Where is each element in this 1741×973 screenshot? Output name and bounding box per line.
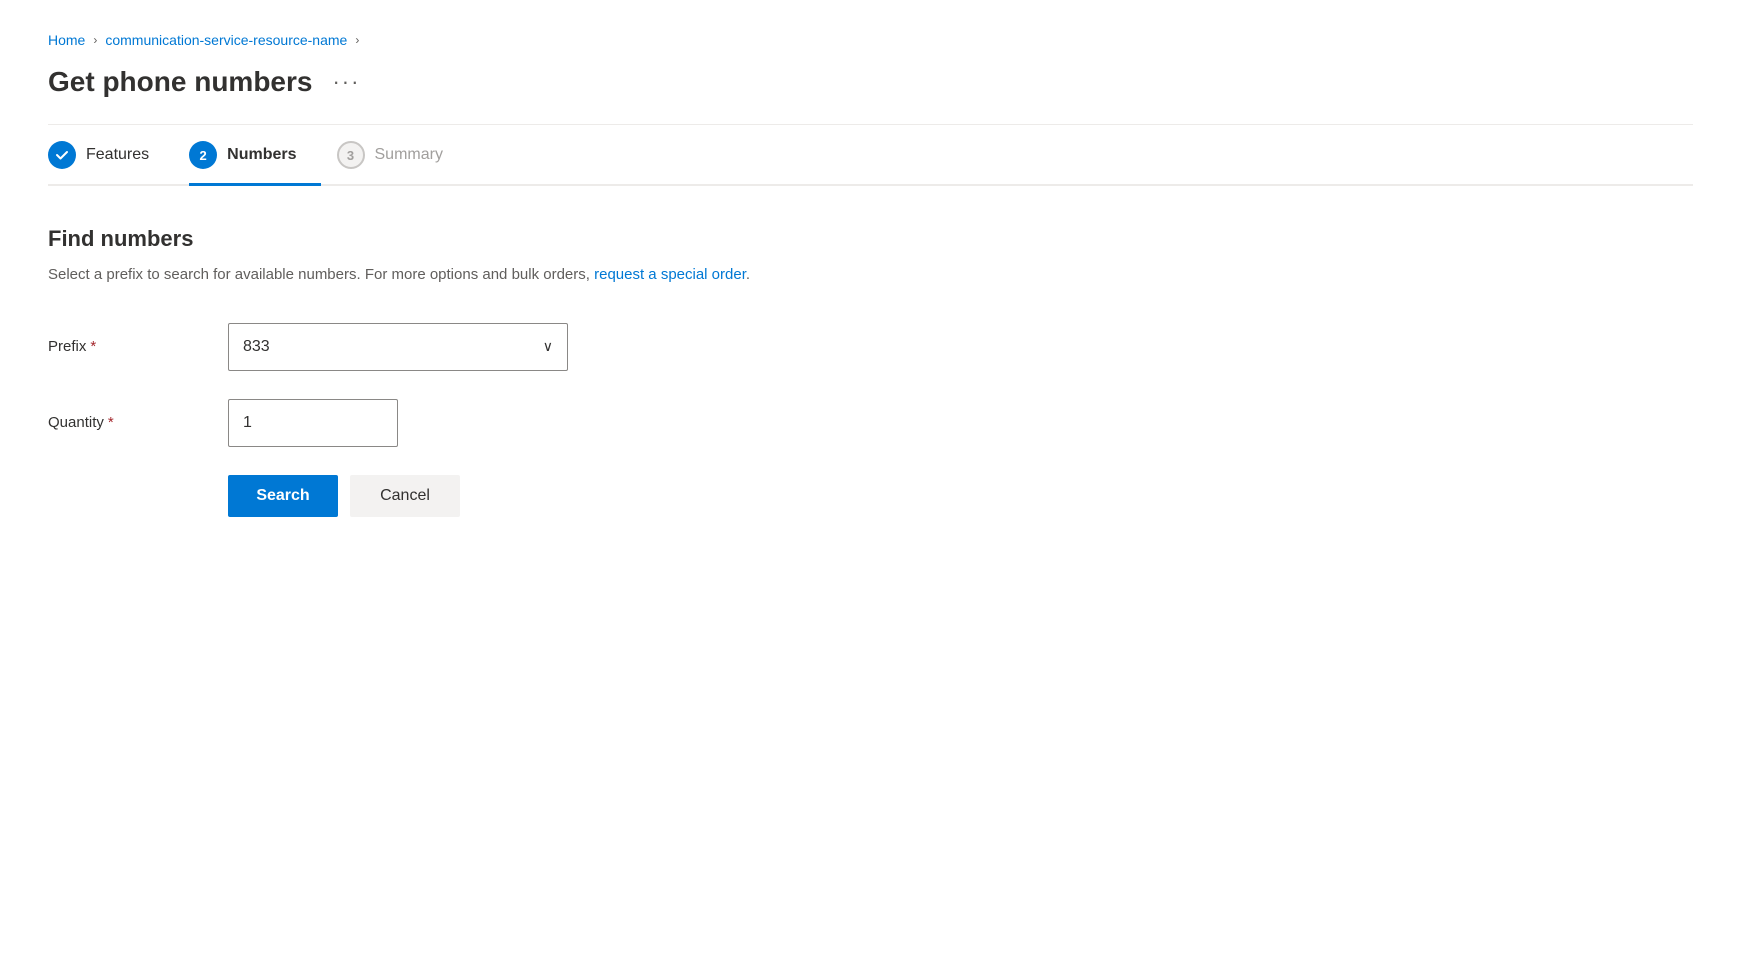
- prefix-dropdown[interactable]: 833 ∨: [228, 323, 568, 371]
- tab-numbers-number: 2: [200, 148, 207, 163]
- cancel-button[interactable]: Cancel: [350, 475, 460, 517]
- quantity-input[interactable]: [228, 399, 398, 447]
- quantity-row: Quantity*: [48, 399, 948, 447]
- quantity-control: [228, 399, 568, 447]
- page-menu-button[interactable]: ···: [328, 69, 364, 95]
- find-numbers-title: Find numbers: [48, 226, 948, 252]
- tab-features-label: Features: [86, 146, 149, 164]
- breadcrumb-resource[interactable]: communication-service-resource-name: [105, 32, 347, 48]
- tab-summary: 3 Summary: [337, 125, 467, 186]
- tab-summary-number: 3: [347, 148, 354, 163]
- description-end: .: [746, 266, 750, 283]
- breadcrumb-separator-1: ›: [93, 33, 97, 47]
- breadcrumb: Home › communication-service-resource-na…: [48, 32, 1693, 48]
- prefix-control: 833 ∨: [228, 323, 568, 371]
- tab-numbers[interactable]: 2 Numbers: [189, 125, 320, 186]
- button-row: Search Cancel: [228, 475, 948, 517]
- tab-summary-label: Summary: [375, 146, 443, 164]
- tab-numbers-label: Numbers: [227, 146, 296, 164]
- main-content: Find numbers Select a prefix to search f…: [48, 226, 948, 517]
- wizard-tabs: Features 2 Numbers 3 Summary: [48, 125, 1693, 186]
- chevron-down-icon: ∨: [543, 338, 553, 355]
- special-order-link[interactable]: request a special order: [594, 266, 746, 283]
- checkmark-icon: [55, 148, 69, 162]
- tab-summary-circle: 3: [337, 141, 365, 169]
- prefix-required: *: [90, 338, 96, 355]
- page-title: Get phone numbers: [48, 64, 312, 100]
- prefix-value: 833: [243, 338, 270, 356]
- page-title-row: Get phone numbers ···: [48, 64, 1693, 100]
- description-text: Select a prefix to search for available …: [48, 266, 590, 283]
- tab-numbers-circle: 2: [189, 141, 217, 169]
- quantity-required: *: [108, 414, 114, 431]
- tab-features-circle: [48, 141, 76, 169]
- breadcrumb-separator-2: ›: [355, 33, 359, 47]
- breadcrumb-home[interactable]: Home: [48, 32, 85, 48]
- prefix-label: Prefix*: [48, 338, 228, 355]
- find-numbers-description: Select a prefix to search for available …: [48, 264, 948, 287]
- search-button[interactable]: Search: [228, 475, 338, 517]
- prefix-row: Prefix* 833 ∨: [48, 323, 948, 371]
- quantity-label: Quantity*: [48, 414, 228, 431]
- tab-features[interactable]: Features: [48, 125, 173, 186]
